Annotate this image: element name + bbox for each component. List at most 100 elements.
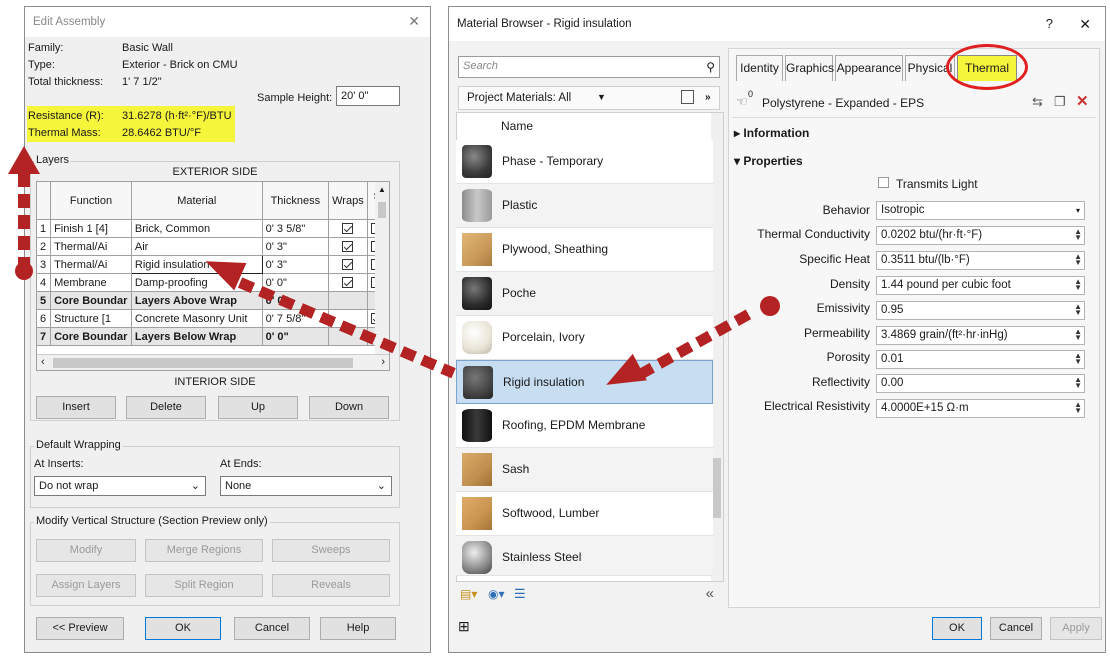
row-thickness[interactable]: 0' 3 5/8" [261,219,330,238]
duplicate-asset-icon[interactable]: ❐ [1054,94,1066,110]
row-function[interactable]: Structure [1 [50,309,132,328]
remove-asset-icon[interactable]: ✕ [1076,92,1089,110]
project-materials-filter[interactable]: Project Materials: All ▼ » [458,86,720,110]
row-function[interactable]: Thermal/Ai [50,255,132,274]
spinner-icon[interactable]: ▲ ▼ [1074,352,1082,366]
list-item[interactable]: Stainless Steel [456,536,713,576]
insert-button[interactable]: Insert [36,396,116,419]
tab-identity[interactable]: Identity [736,55,783,81]
emissivity-input[interactable]: 0.95 ▲ ▼ [876,301,1085,320]
thickness-column-header[interactable]: Thickness [261,182,330,220]
material-settings-icon[interactable]: ⊞ [458,618,470,635]
expand-panel-icon[interactable]: » [705,92,711,103]
spinner-icon[interactable]: ▲ ▼ [1074,228,1082,242]
row-function[interactable]: Finish 1 [4] [50,219,132,238]
at-ends-select[interactable]: None ⌄ [220,476,392,496]
row-material[interactable]: Air [130,237,263,256]
ok-button[interactable]: OK [145,617,221,640]
scroll-right-icon[interactable]: › [381,356,385,368]
collapse-icon[interactable]: « [706,585,714,602]
information-section[interactable]: ▸ Information [734,126,809,140]
help-icon[interactable]: ? [1046,16,1053,31]
preview-button[interactable]: << Preview [36,617,124,640]
spinner-icon[interactable]: ▲ ▼ [1074,328,1082,342]
horizontal-scrollbar[interactable]: ‹ › [37,354,389,370]
material-column-header[interactable]: Material [130,182,263,220]
table-row[interactable]: 5 Core Boundar Layers Above Wrap 0' 0" [37,291,389,310]
wraps-checkbox[interactable] [342,259,354,271]
replace-asset-icon[interactable]: ⇆ [1032,94,1043,110]
scrollbar-thumb[interactable] [53,358,353,368]
spinner-icon[interactable]: ▲ ▼ [1074,401,1082,415]
emissivity-value: 0.95 [881,304,904,316]
list-item[interactable]: Softwood, Lumber [456,492,713,536]
name-column-header[interactable]: Name [501,119,533,133]
list-item-selected[interactable]: Rigid insulation [456,360,713,404]
spinner-icon[interactable]: ▲ ▼ [1074,253,1082,267]
specific-heat-input[interactable]: 0.3511 btu/(lb·°F) ▲ ▼ [876,251,1085,270]
function-column-header[interactable]: Function [50,182,132,220]
tab-appearance[interactable]: Appearance [835,55,903,81]
delete-button[interactable]: Delete [126,396,206,419]
create-material-icon[interactable]: ◉▾ [488,587,505,601]
sample-height-input[interactable]: 20' 0" [336,86,400,106]
spinner-icon[interactable]: ▲ ▼ [1074,278,1082,292]
list-item[interactable]: Poche [456,272,713,316]
table-row[interactable]: 7 Core Boundar Layers Below Wrap 0' 0" [37,327,389,346]
search-input[interactable]: Search ⚲ [458,56,720,78]
help-button[interactable]: Help [320,617,396,640]
wraps-column-header[interactable]: Wraps [328,182,368,220]
spinner-icon[interactable]: ▲ ▼ [1074,376,1082,390]
split-region-button[interactable]: Split Region [145,574,263,597]
row-thickness[interactable]: 0' 3" [261,255,330,274]
row-material[interactable]: Concrete Masonry Unit [130,309,263,328]
row-thickness[interactable]: 0' 0" [261,273,330,292]
down-button[interactable]: Down [309,396,389,419]
list-scrollbar-thumb[interactable] [713,458,721,518]
vscroll-thumb[interactable] [378,202,386,218]
browser-cancel-button[interactable]: Cancel [990,617,1042,640]
table-row[interactable]: 1 Finish 1 [4] Brick, Common 0' 3 5/8" [37,219,389,238]
reflectivity-input[interactable]: 0.00 ▲ ▼ [876,374,1085,393]
browser-ok-button[interactable]: OK [932,617,982,640]
up-button[interactable]: Up [218,396,298,419]
transmits-light-checkbox[interactable] [878,177,889,188]
view-toggle-icon[interactable] [681,90,694,104]
library-icon[interactable]: ▤▾ [460,587,477,601]
scroll-up-icon[interactable]: ▲ [378,185,386,194]
spinner-icon[interactable]: ▲ ▼ [1074,303,1082,317]
close-icon[interactable]: ✕ [408,13,420,30]
list-item[interactable]: Sash [456,448,713,492]
row-function[interactable]: Thermal/Ai [50,237,132,256]
wraps-checkbox[interactable] [342,277,354,289]
permeability-input[interactable]: 3.4869 grain/(ft²·hr·inHg) ▲ ▼ [876,326,1085,345]
asset-editor-icon[interactable]: ☰ [514,586,526,602]
wraps-checkbox[interactable] [342,223,354,235]
browser-apply-button[interactable]: Apply [1050,617,1102,640]
row-thickness[interactable]: 0' 3" [261,237,330,256]
density-input[interactable]: 1.44 pound per cubic foot ▲ ▼ [876,276,1085,295]
list-item[interactable]: Plywood, Sheathing [456,228,713,272]
tab-graphics[interactable]: Graphics [785,55,834,81]
reveals-button[interactable]: Reveals [272,574,390,597]
properties-section[interactable]: ▾ Properties [734,154,803,168]
vertical-scrollbar[interactable]: ▲ [375,182,389,354]
at-inserts-select[interactable]: Do not wrap ⌄ [34,476,206,496]
wraps-checkbox[interactable] [342,241,354,253]
close-icon[interactable]: ✕ [1079,16,1091,33]
thermal-conductivity-input[interactable]: 0.0202 btu/(hr·ft·°F) ▲ ▼ [876,226,1085,245]
assign-layers-button[interactable]: Assign Layers [36,574,136,597]
porosity-input[interactable]: 0.01 ▲ ▼ [876,350,1085,369]
scroll-left-icon[interactable]: ‹ [41,356,45,368]
list-item[interactable]: Roofing, EPDM Membrane [456,404,713,448]
merge-regions-button[interactable]: Merge Regions [145,539,263,562]
cancel-button[interactable]: Cancel [234,617,310,640]
list-item[interactable]: Plastic [456,184,713,228]
electrical-resistivity-input[interactable]: 4.0000E+15 Ω·m ▲ ▼ [876,399,1085,418]
row-function[interactable]: Membrane [50,273,132,292]
modify-button[interactable]: Modify [36,539,136,562]
sweeps-button[interactable]: Sweeps [272,539,390,562]
list-item[interactable]: Phase - Temporary [456,140,713,184]
row-material[interactable]: Brick, Common [130,219,263,238]
behavior-select[interactable]: Isotropic ▾ [876,201,1085,220]
